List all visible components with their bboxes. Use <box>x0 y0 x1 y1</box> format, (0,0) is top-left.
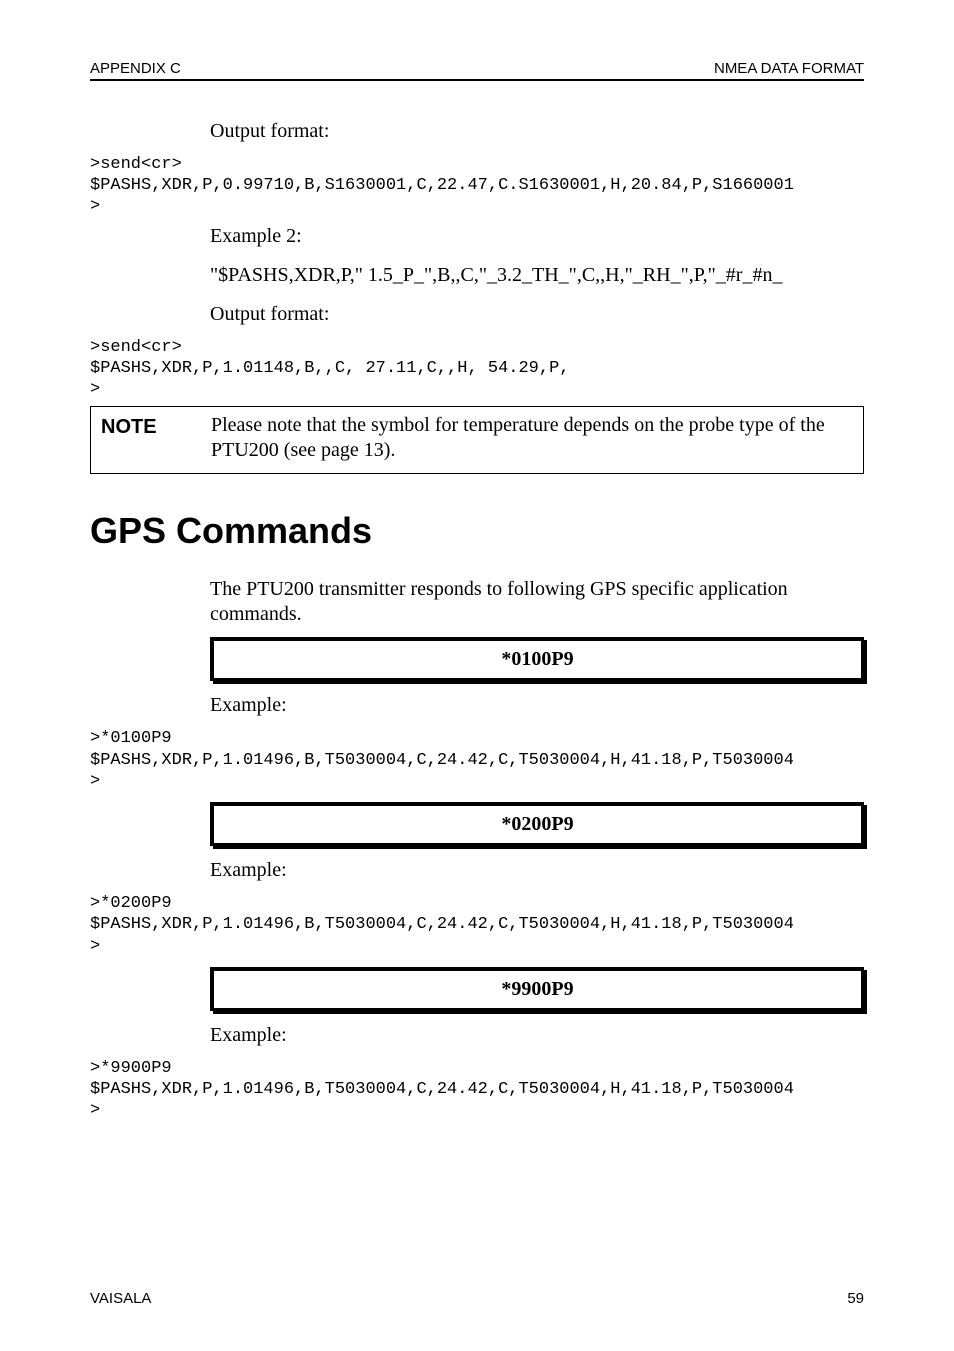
gps-body-column: The PTU200 transmitter responds to follo… <box>210 577 864 1121</box>
code-block-1: >send<cr> $PASHS,XDR,P,0.99710,B,S163000… <box>90 154 864 218</box>
gps-commands-heading: GPS Commands <box>90 508 864 553</box>
footer-left: VAISALA <box>90 1290 151 1309</box>
command-box-9900: *9900P9 <box>210 967 864 1011</box>
command-label: *0200P9 <box>501 813 573 835</box>
example-code-3: >*9900P9 $PASHS,XDR,P,1.01496,B,T5030004… <box>90 1058 864 1122</box>
example-label-2: Example: <box>210 858 864 883</box>
header-left: APPENDIX C <box>90 60 181 79</box>
example-code-2: >*0200P9 $PASHS,XDR,P,1.01496,B,T5030004… <box>90 893 864 957</box>
header-right: NMEA DATA FORMAT <box>714 60 864 79</box>
example-label-1: Example: <box>210 693 864 718</box>
note-box: NOTE Please note that the symbol for tem… <box>90 406 864 474</box>
example-label-3: Example: <box>210 1023 864 1048</box>
header-rule <box>90 79 864 81</box>
body-column: Output format: >send<cr> $PASHS,XDR,P,0.… <box>210 119 864 475</box>
gps-intro: The PTU200 transmitter responds to follo… <box>210 577 864 627</box>
example-2-label: Example 2: <box>210 224 864 249</box>
note-text: Please note that the symbol for temperat… <box>211 413 853 463</box>
command-box-0200: *0200P9 <box>210 802 864 846</box>
command-box-0100: *0100P9 <box>210 637 864 681</box>
command-label: *0100P9 <box>501 648 573 670</box>
note-label: NOTE <box>101 413 211 440</box>
output-format-label-2: Output format: <box>210 302 864 327</box>
footer-right: 59 <box>847 1290 864 1309</box>
command-label: *9900P9 <box>501 978 573 1000</box>
page-footer: VAISALA 59 <box>90 1290 864 1309</box>
code-block-2: >send<cr> $PASHS,XDR,P,1.01148,B,,C, 27.… <box>90 337 864 401</box>
form-line: "$PASHS,XDR,P," 1.5_P_",B,,C,"_3.2_TH_",… <box>210 263 864 288</box>
output-format-label-1: Output format: <box>210 119 864 144</box>
page-header: APPENDIX C NMEA DATA FORMAT <box>90 60 864 79</box>
example-code-1: >*0100P9 $PASHS,XDR,P,1.01496,B,T5030004… <box>90 728 864 792</box>
